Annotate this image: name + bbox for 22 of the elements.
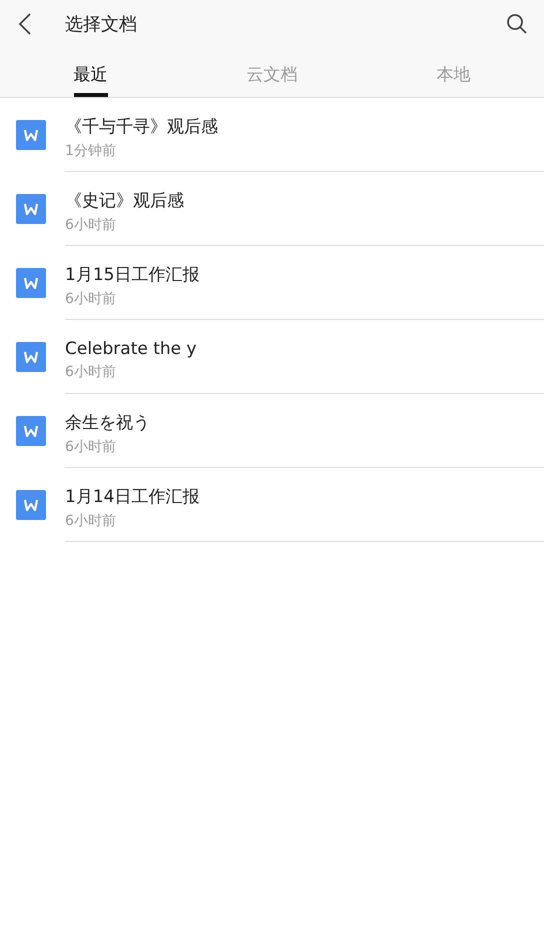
search-icon[interactable] <box>506 13 528 35</box>
tab[interactable]: 最近 <box>74 51 108 97</box>
back-icon[interactable] <box>18 12 32 36</box>
modified-time: 6小时前 <box>65 216 117 234</box>
modified-time: 6小时前 <box>65 362 117 380</box>
document-name[interactable]: 余生を祝う <box>65 411 544 434</box>
document-name[interactable]: 1月15日工作汇报 <box>65 263 544 286</box>
document-name[interactable]: 《千与千寻》观后感 <box>65 115 544 138</box>
modified-time: 6小时前 <box>65 512 117 530</box>
document-icon <box>16 416 46 446</box>
page-title: 选择文档 <box>65 13 137 36</box>
document-icon <box>16 120 46 150</box>
document-name[interactable]: 《史记》观后感 <box>65 189 544 212</box>
document-name[interactable]: 1月14日工作汇报 <box>65 485 544 508</box>
document-name[interactable]: Celebrate the y <box>65 338 544 358</box>
document-icon <box>16 268 46 298</box>
document-icon <box>16 490 46 520</box>
modified-time: 6小时前 <box>65 290 117 308</box>
modified-time: 1分钟前 <box>65 142 117 160</box>
document-icon <box>16 194 46 224</box>
document-icon <box>16 342 46 372</box>
modified-time: 6小时前 <box>65 438 117 456</box>
